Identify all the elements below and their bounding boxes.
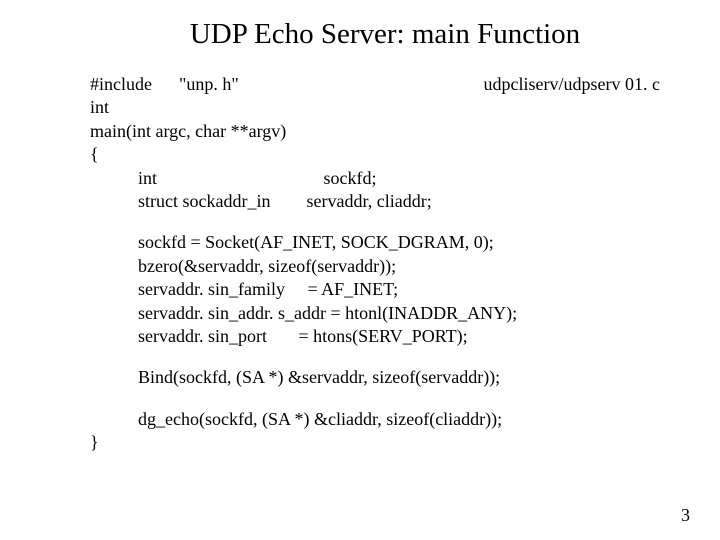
code-line: servaddr. sin_addr. s_addr = htonl(INADD… — [90, 302, 670, 325]
file-label: udpcliserv/udpserv 01. c — [484, 73, 670, 96]
code-line: main(int argc, char **argv) — [90, 120, 670, 143]
code-line: bzero(&servaddr, sizeof(servaddr)); — [90, 255, 670, 278]
code-line: { — [90, 143, 670, 166]
code-line: int — [90, 96, 670, 119]
code-line: } — [90, 431, 670, 454]
code-line: struct sockaddr_in servaddr, cliaddr; — [90, 190, 670, 213]
code-line: servaddr. sin_family = AF_INET; — [90, 278, 670, 301]
code-line: sockfd = Socket(AF_INET, SOCK_DGRAM, 0); — [90, 231, 670, 254]
code-line: int sockfd; — [90, 167, 670, 190]
slide: UDP Echo Server: main Function #include … — [0, 0, 720, 454]
code-line: Bind(sockfd, (SA *) &servaddr, sizeof(se… — [90, 366, 670, 389]
code-line: dg_echo(sockfd, (SA *) &cliaddr, sizeof(… — [90, 408, 670, 431]
slide-title: UDP Echo Server: main Function — [70, 18, 670, 51]
code-line: servaddr. sin_port = htons(SERV_PORT); — [90, 325, 670, 348]
code-block: #include "unp. h" udpcliserv/udpserv 01.… — [90, 73, 670, 454]
page-number: 3 — [681, 505, 690, 526]
code-line: #include "unp. h" udpcliserv/udpserv 01.… — [90, 73, 670, 96]
code-text: #include "unp. h" — [90, 73, 239, 96]
